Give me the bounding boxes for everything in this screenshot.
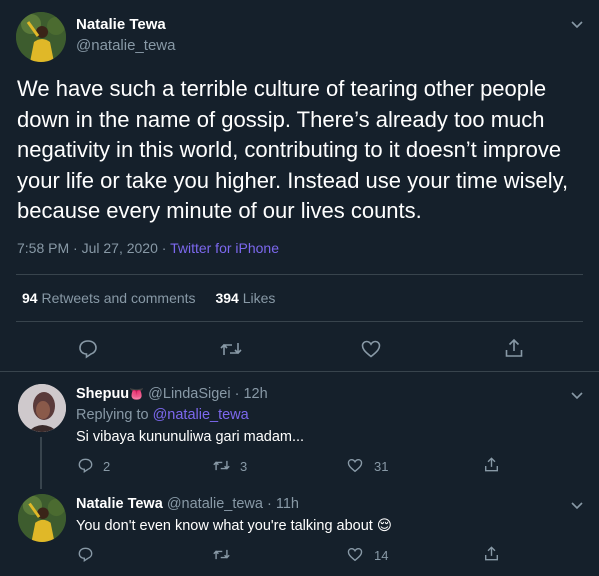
author-name[interactable]: Natalie Tewa: [76, 496, 163, 512]
reply-time[interactable]: · 12h: [235, 386, 268, 402]
chevron-down-icon[interactable]: [569, 497, 585, 513]
like-count: 31: [374, 459, 389, 474]
reply-text: Si vibaya kununuliwa gari madam...: [76, 429, 305, 445]
tweet-stats: 94 Retweets and comments 394 Likes: [22, 290, 275, 306]
reply-text: You don't even know what you're talking …: [76, 518, 392, 534]
like-icon[interactable]: [346, 457, 364, 474]
likes-stat[interactable]: 394 Likes: [215, 290, 275, 306]
thread-line: [40, 437, 42, 489]
chevron-down-icon[interactable]: [569, 387, 585, 403]
retweets-stat[interactable]: 94 Retweets and comments: [22, 290, 199, 306]
share-icon[interactable]: [483, 456, 500, 473]
likes-count: 394: [215, 290, 239, 306]
author-emoji: 👅: [129, 387, 145, 401]
retweet-icon[interactable]: [212, 546, 231, 563]
author-handle[interactable]: @natalie_tewa: [167, 496, 263, 512]
reply-header: Natalie Tewa @natalie_tewa · 11h: [76, 496, 299, 512]
tweet-text: We have such a terrible culture of teari…: [17, 76, 569, 223]
retweets-count: 94: [22, 290, 38, 306]
reply-time[interactable]: · 11h: [267, 496, 299, 512]
likes-label: Likes: [242, 290, 276, 306]
divider: [16, 321, 583, 322]
replying-to: Replying to @natalie_tewa: [76, 407, 249, 423]
reply-icon[interactable]: [77, 457, 94, 474]
share-icon[interactable]: [503, 337, 525, 359]
avatar[interactable]: [18, 494, 66, 542]
retweet-icon[interactable]: [212, 457, 231, 474]
retweet-count: 3: [240, 459, 248, 474]
replying-label: Replying to: [76, 407, 149, 423]
reply-icon[interactable]: [77, 338, 99, 360]
reply-icon[interactable]: [77, 546, 94, 563]
retweets-label: Retweets and comments: [41, 290, 196, 306]
author-name[interactable]: Natalie Tewa: [76, 16, 166, 33]
tweet-time[interactable]: 7:58 PM · Jul 27, 2020 ·: [17, 240, 170, 256]
like-count: 14: [374, 548, 389, 563]
divider: [0, 371, 599, 372]
like-icon[interactable]: [360, 338, 382, 360]
avatar[interactable]: [18, 384, 66, 432]
reply-header: Shepuu👅 @LindaSigei · 12h: [76, 386, 268, 402]
divider: [16, 274, 583, 275]
author-name[interactable]: Shepuu: [76, 386, 129, 402]
tweet-meta: 7:58 PM · Jul 27, 2020 · Twitter for iPh…: [17, 240, 279, 256]
chevron-down-icon[interactable]: [569, 16, 585, 32]
author-handle[interactable]: @LindaSigei: [148, 386, 230, 402]
retweet-icon[interactable]: [219, 338, 243, 360]
share-icon[interactable]: [483, 545, 500, 562]
reply-count: 2: [103, 459, 111, 474]
like-icon[interactable]: [346, 546, 364, 563]
tweet-source[interactable]: Twitter for iPhone: [170, 240, 279, 256]
author-handle[interactable]: @natalie_tewa: [76, 37, 175, 54]
replying-handle[interactable]: @natalie_tewa: [153, 407, 249, 423]
avatar[interactable]: [16, 12, 66, 62]
